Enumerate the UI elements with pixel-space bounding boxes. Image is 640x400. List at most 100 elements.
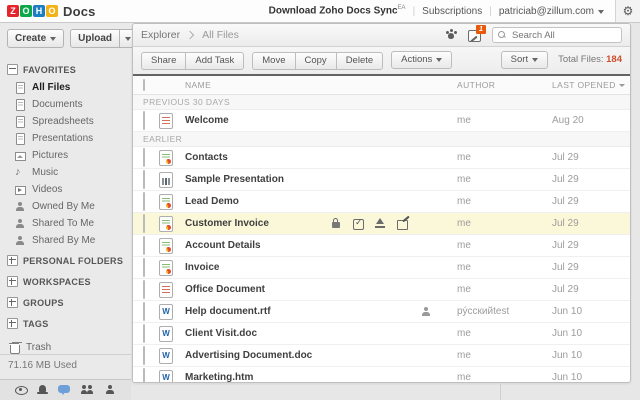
file-row[interactable]: Marketing.htm me Jun 10 — [133, 367, 630, 382]
sort-button[interactable]: Sort — [500, 51, 549, 69]
upload-split-button: Upload — [70, 29, 138, 48]
writer-file-icon — [159, 112, 173, 129]
people-icon[interactable] — [80, 384, 95, 396]
sidebar-section-tags[interactable]: TAGS — [0, 314, 131, 333]
file-row[interactable]: Help document.rtf рýсскийtest Jun 10 — [133, 301, 630, 323]
file-name[interactable]: Welcome — [185, 115, 229, 126]
delete-button[interactable]: Delete — [335, 52, 384, 70]
file-row[interactable]: Sample Presentation me Jul 29 — [133, 169, 630, 191]
file-name[interactable]: Lead Demo — [185, 196, 239, 207]
file-row[interactable]: Lead Demo me Jul 29 — [133, 191, 630, 213]
file-name[interactable]: Help document.rtf — [185, 306, 271, 317]
chat-icon[interactable] — [58, 384, 72, 396]
row-checkbox[interactable] — [143, 301, 145, 321]
sidebar-item-pictures[interactable]: Pictures — [0, 147, 131, 164]
row-checkbox[interactable] — [143, 191, 145, 211]
file-name[interactable]: Contacts — [185, 152, 228, 163]
share-button[interactable]: Share — [141, 52, 186, 70]
file-row[interactable]: Welcome me Aug 20 — [133, 110, 630, 132]
total-files: Total Files: 184 — [558, 54, 622, 66]
word-file-icon — [159, 369, 173, 382]
file-name[interactable]: Account Details — [185, 240, 261, 251]
row-checkbox[interactable] — [143, 279, 145, 299]
sidebar-item-shared-to-me[interactable]: Shared To Me — [0, 215, 131, 232]
chevron-down-icon — [532, 57, 539, 62]
row-checkbox[interactable] — [143, 345, 145, 365]
bell-icon[interactable] — [36, 384, 50, 396]
account-menu[interactable]: patriciab@zillum.com — [499, 6, 604, 17]
row-checkbox[interactable] — [143, 213, 145, 233]
paw-icon[interactable] — [445, 29, 459, 41]
select-all-checkbox[interactable] — [143, 79, 145, 91]
file-row[interactable]: Office Document me Jul 29 — [133, 279, 630, 301]
sidebar-item-shared-by-me[interactable]: Shared By Me — [0, 232, 131, 249]
sidebar-item-presentations[interactable]: Presentations — [0, 130, 131, 147]
sidebar-section-workspaces[interactable]: WORKSPACES — [0, 272, 131, 291]
row-checkbox[interactable] — [143, 323, 145, 343]
edit-icon[interactable] — [396, 218, 409, 230]
file-name[interactable]: Customer Invoice — [185, 218, 269, 229]
chevron-down-icon — [598, 9, 604, 14]
row-checkbox[interactable] — [143, 235, 145, 255]
favorites-list: All Files Documents Spreadsheets Presentati… — [0, 79, 131, 249]
task-icon[interactable] — [352, 217, 365, 230]
search-input[interactable] — [510, 28, 616, 42]
file-name[interactable]: Office Document — [185, 284, 265, 295]
subscriptions-link[interactable]: Subscriptions — [422, 6, 482, 17]
shared-to-me-icon — [14, 218, 26, 230]
search-box — [492, 27, 622, 43]
sidebar: Create Upload FAVORITES All Files Documen… — [0, 23, 138, 400]
file-row[interactable]: Client Visit.doc me Jun 10 — [133, 323, 630, 345]
gear-icon: ⚙ — [622, 4, 634, 18]
upload-icon[interactable] — [374, 217, 387, 230]
file-author: me — [457, 328, 471, 339]
download-sync-link[interactable]: Download Zoho Docs SyncEA — [269, 5, 406, 16]
chevron-down-icon — [436, 57, 443, 62]
file-row[interactable]: Account Details me Jul 29 — [133, 235, 630, 257]
search-icon — [498, 31, 506, 39]
sidebar-item-videos[interactable]: Videos — [0, 181, 131, 198]
row-checkbox[interactable] — [143, 169, 145, 189]
file-name[interactable]: Invoice — [185, 262, 219, 273]
column-last-opened[interactable]: LAST OPENED — [552, 80, 630, 90]
person-icon[interactable] — [103, 384, 117, 396]
file-name[interactable]: Advertising Document.doc — [185, 350, 312, 361]
file-name[interactable]: Client Visit.doc — [185, 328, 257, 339]
file-row[interactable]: Advertising Document.doc me Jun 10 — [133, 345, 630, 367]
sidebar-section-personal-folders[interactable]: PERSONAL FOLDERS — [0, 251, 131, 270]
file-last-opened: Jul 29 — [552, 196, 579, 207]
sidebar-item-spreadsheets[interactable]: Spreadsheets — [0, 113, 131, 130]
settings-button[interactable]: ⚙ — [615, 0, 640, 22]
action-toolbar: Share Add Task Move Copy Delete Actions Sort… — [133, 47, 630, 76]
storage-used: 71.16 MB Used — [0, 354, 131, 375]
file-row[interactable]: Contacts me Jul 29 — [133, 147, 630, 169]
sidebar-item-all-files[interactable]: All Files — [0, 79, 131, 96]
sidebar-item-owned-by-me[interactable]: Owned By Me — [0, 198, 131, 215]
add-task-button[interactable]: Add Task — [185, 52, 245, 70]
column-author[interactable]: AUTHOR — [457, 80, 552, 90]
favorites-section-header[interactable]: FAVORITES — [0, 60, 131, 79]
create-button[interactable]: Create — [7, 29, 65, 48]
notifications-button[interactable]: 1 — [468, 24, 486, 42]
file-name[interactable]: Sample Presentation — [185, 174, 284, 185]
upload-button[interactable]: Upload — [70, 29, 121, 48]
copy-button[interactable]: Copy — [294, 52, 336, 70]
actions-button[interactable]: Actions — [391, 51, 453, 69]
file-name[interactable]: Marketing.htm — [185, 372, 253, 382]
sidebar-item-documents[interactable]: Documents — [0, 96, 131, 113]
button-group: Move Copy Delete — [252, 52, 384, 70]
move-button[interactable]: Move — [252, 52, 295, 70]
file-row[interactable]: Invoice me Jul 29 — [133, 257, 630, 279]
breadcrumb-root[interactable]: Explorer — [141, 29, 180, 41]
file-row[interactable]: Customer Invoice me Jul 29 — [133, 213, 630, 235]
sidebar-item-music[interactable]: Music — [0, 164, 131, 181]
column-name[interactable]: NAME — [185, 80, 457, 90]
row-checkbox[interactable] — [143, 110, 145, 130]
row-checkbox[interactable] — [143, 147, 145, 167]
lock-icon[interactable] — [330, 217, 343, 230]
sidebar-section-groups[interactable]: GROUPS — [0, 293, 131, 312]
eye-icon[interactable] — [14, 384, 29, 396]
row-checkbox[interactable] — [143, 257, 145, 277]
button-group: Share Add Task — [141, 52, 245, 70]
row-checkbox[interactable] — [143, 367, 145, 382]
